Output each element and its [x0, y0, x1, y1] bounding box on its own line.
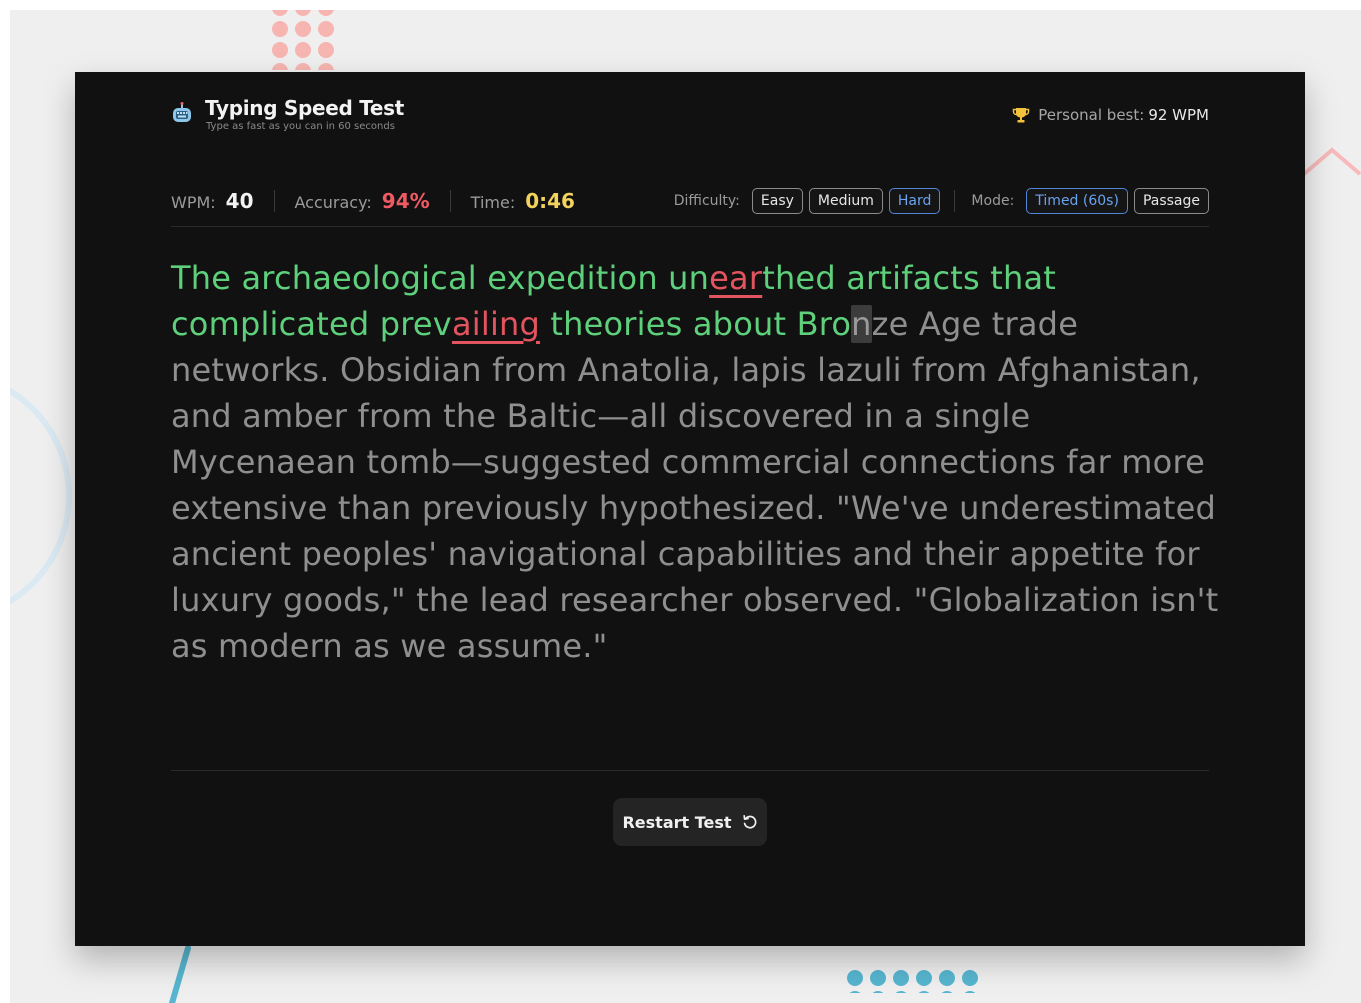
- typed-error-text: ear: [709, 259, 763, 297]
- personal-best-value: 92 WPM: [1148, 106, 1209, 124]
- decorative-dots-bottom: [847, 970, 978, 993]
- mode-label: Mode:: [971, 193, 1015, 209]
- wpm-value: 40: [225, 189, 254, 213]
- test-controls: Difficulty: Easy Medium Hard Mode: Timed…: [674, 188, 1209, 214]
- typed-correct-text: theories about Bro: [540, 305, 852, 343]
- stat-divider: [273, 190, 275, 212]
- time-stat: Time: 0:46: [471, 189, 575, 213]
- difficulty-label: Difficulty:: [673, 193, 740, 209]
- header: Typing Speed Test Type as fast as you ca…: [171, 96, 1209, 136]
- difficulty-hard-button[interactable]: Hard: [888, 188, 941, 214]
- stat-divider: [449, 190, 451, 212]
- time-label: Time:: [470, 193, 516, 212]
- control-divider: [954, 190, 956, 212]
- keyboard-robot-icon: [173, 102, 191, 122]
- decorative-slash: [168, 945, 191, 1003]
- mode-timed-button[interactable]: Timed (60s): [1026, 188, 1128, 214]
- app-title: Typing Speed Test: [205, 96, 405, 120]
- mode-passage-button[interactable]: Passage: [1133, 188, 1209, 214]
- pending-text: ze Age trade networks. Obsidian from Ana…: [171, 305, 1219, 665]
- wpm-stat: WPM: 40: [171, 189, 254, 213]
- app-subtitle: Type as fast as you can in 60 seconds: [206, 121, 395, 132]
- typed-error-text: ailing: [451, 305, 541, 343]
- stats-bar: WPM: 40 Accuracy: 94% Time: 0:46 Difficu…: [171, 184, 1209, 227]
- decorative-ring: [10, 370, 72, 622]
- bottom-divider: [171, 770, 1209, 771]
- decorative-zigzag: [1304, 147, 1361, 176]
- accuracy-label: Accuracy:: [294, 193, 372, 212]
- typing-cursor: n: [851, 305, 872, 343]
- personal-best-label: Personal best:: [1038, 106, 1145, 124]
- accuracy-value: 94%: [381, 189, 430, 213]
- personal-best: Personal best: 92 WPM: [1012, 106, 1209, 124]
- trophy-icon: [1013, 108, 1030, 123]
- difficulty-medium-button[interactable]: Medium: [808, 188, 883, 214]
- wpm-label: WPM:: [171, 193, 216, 212]
- decorative-dots-top: [272, 10, 334, 70]
- restart-icon: [742, 814, 756, 829]
- typing-passage[interactable]: The archaeological expedition unearthed …: [171, 255, 1221, 669]
- difficulty-easy-button[interactable]: Easy: [751, 188, 803, 214]
- typed-correct-text: The archaeological expedition un: [171, 259, 710, 297]
- typing-test-card: Typing Speed Test Type as fast as you ca…: [75, 72, 1305, 946]
- accuracy-stat: Accuracy: 94%: [295, 189, 430, 213]
- restart-label: Restart Test: [622, 812, 732, 832]
- restart-test-button[interactable]: Restart Test: [613, 798, 767, 846]
- time-value: 0:46: [525, 189, 575, 213]
